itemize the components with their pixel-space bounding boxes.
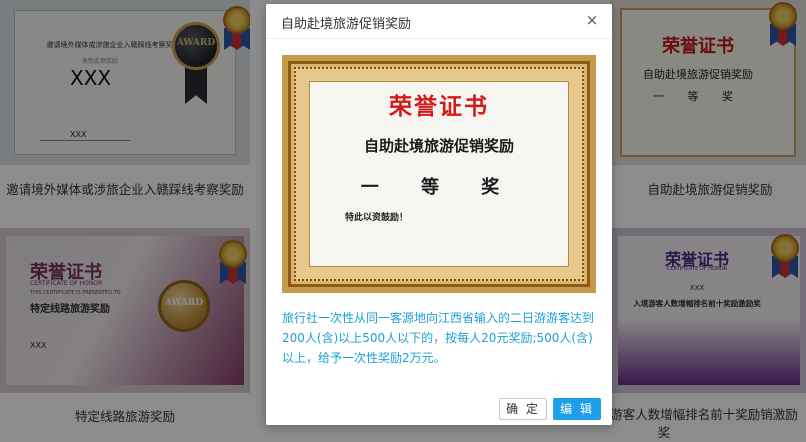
close-icon[interactable]: ×: [584, 12, 600, 28]
certificate-title: 荣誉证书: [389, 93, 489, 120]
confirm-button[interactable]: 确 定: [499, 398, 547, 420]
award-description: 旅行社一次性从同一客源地向江西省输入的二日游游客达到200人(含)以上500人以…: [282, 311, 595, 365]
certificate-preview: 荣誉证书 自助赴境旅游促销奖励 一 等 奖 特此以资鼓励！: [282, 55, 596, 293]
detail-dialog: 自助赴境旅游促销奖励 × 荣誉证书 自助赴境旅游促销奖励 一 等 奖 特此以资鼓…: [266, 4, 612, 425]
certificate-note: 特此以资鼓励！: [345, 213, 409, 223]
certificate-award-name: 自助赴境旅游促销奖励: [363, 137, 514, 155]
certificate-level: 一 等 奖: [360, 177, 518, 198]
edit-button[interactable]: 编 辑: [553, 398, 601, 420]
divider: [266, 38, 612, 39]
dialog-title: 自助赴境旅游促销奖励: [281, 17, 412, 32]
